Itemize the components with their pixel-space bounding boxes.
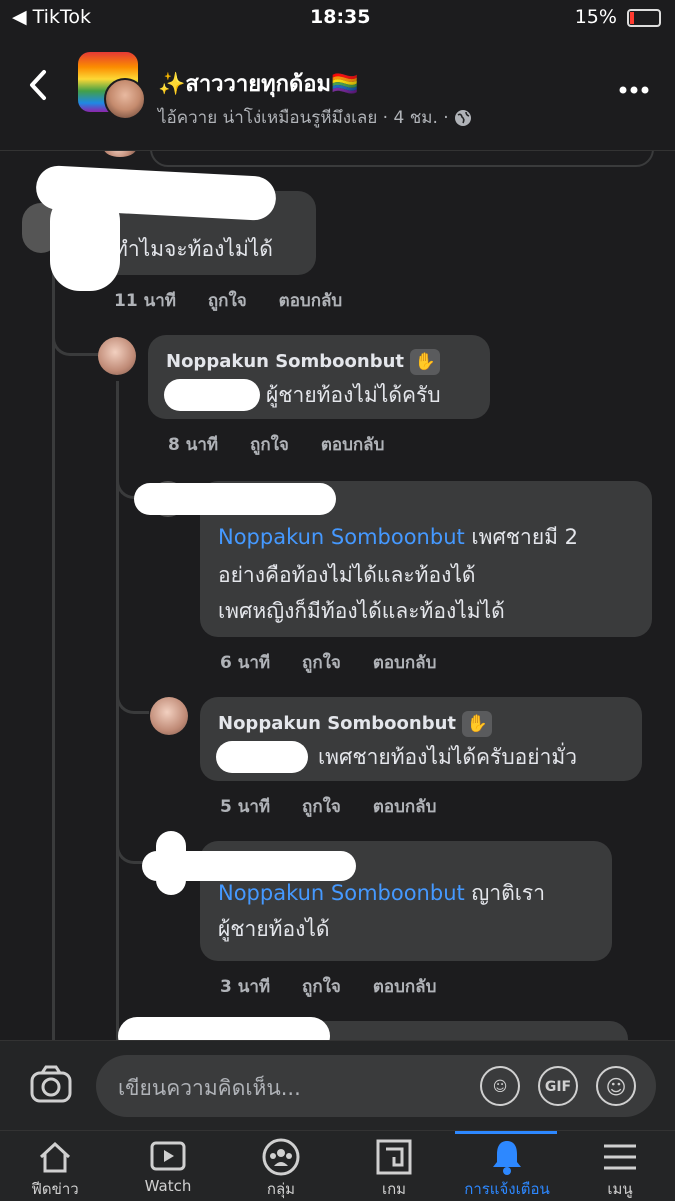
- like-link[interactable]: ถูกใจ: [208, 291, 247, 311]
- comment-input[interactable]: เขียนความคิดเห็น... ☺ GIF ☺: [96, 1055, 656, 1117]
- active-tab-indicator: [455, 1131, 557, 1134]
- nav-item-menu[interactable]: เมนู: [565, 1137, 675, 1201]
- like-link[interactable]: ถูกใจ: [302, 797, 341, 817]
- avatar[interactable]: [150, 697, 188, 735]
- comment-text-line: ผู้ชายท้องได้: [218, 917, 330, 941]
- comment-bubble[interactable]: Noppakun Somboonbut ✋ เพศชายท้องไม่ได้ครั…: [200, 697, 642, 781]
- home-icon: [0, 1137, 110, 1177]
- thread-connector: [116, 681, 149, 714]
- commenter-name[interactable]: Noppakun Somboonbut ✋: [218, 711, 493, 737]
- commenter-name[interactable]: Noppakun Somboonbut ✋: [166, 349, 441, 375]
- battery-icon: [627, 8, 661, 27]
- back-to-app-link[interactable]: ◀ TikTok: [12, 6, 91, 28]
- redaction-scribble: [164, 379, 260, 411]
- reply-link[interactable]: ตอบกลับ: [373, 653, 437, 673]
- nav-label: เมนู: [607, 1180, 633, 1198]
- nav-item-watch[interactable]: Watch: [113, 1137, 223, 1195]
- groups-icon: [226, 1137, 336, 1177]
- comment-time: 3 นาที: [220, 977, 271, 997]
- post-header: ✨สาววายทุกด้อม🏳️‍🌈 ไอ้ควาย น่าโง่เหมือนร…: [0, 36, 675, 151]
- nav-label: เกม: [381, 1180, 407, 1198]
- menu-icon: [565, 1137, 675, 1177]
- wave-badge-icon: ✋: [462, 711, 493, 737]
- more-options-button[interactable]: [619, 68, 649, 101]
- bottom-navigation: ฟีดข่าว Watch กลุ่ม เกม การแจ้งเตือน เมน…: [0, 1130, 675, 1201]
- more-icon: [619, 86, 649, 94]
- thread-connector: [52, 321, 101, 356]
- reply-link[interactable]: ตอบกลับ: [321, 435, 385, 455]
- comment-meta: 6 นาที ถูกใจ ตอบกลับ: [220, 649, 462, 676]
- comment-time: 5 นาที: [220, 797, 271, 817]
- nav-item-groups[interactable]: กลุ่ม: [226, 1137, 336, 1201]
- emoji-icon[interactable]: ☺: [596, 1066, 636, 1106]
- comment-input-placeholder: เขียนความคิดเห็น...: [118, 1076, 301, 1100]
- previous-avatar: [104, 151, 136, 157]
- comment-text: เพศชายท้องไม่ได้ครับอย่ามั่ว: [318, 745, 578, 769]
- thread-line: [52, 251, 55, 1040]
- comment-text: ทำไมจะท้องไม่ได้: [114, 237, 273, 261]
- reply-link[interactable]: ตอบกลับ: [373, 977, 437, 997]
- comment-meta: 11 นาที ถูกใจ ตอบกลับ: [114, 287, 368, 314]
- comment-composer: เขียนความคิดเห็น... ☺ GIF ☺: [0, 1040, 675, 1131]
- mention-link[interactable]: Noppakun Somboonbut: [218, 881, 465, 905]
- comment-text-line: อย่างคือท้องไม่ได้และท้องได้: [218, 563, 476, 587]
- watch-icon: [113, 1137, 223, 1177]
- reply-link[interactable]: ตอบกลับ: [373, 797, 437, 817]
- bell-icon: [452, 1137, 562, 1177]
- avatar-sticker-icon[interactable]: ☺: [480, 1066, 520, 1106]
- status-bar: ◀ TikTok 18:35 15%: [0, 0, 675, 36]
- comment-bubble[interactable]: Noppakun Somboonbut ✋ ผู้ชายท้องไม่ได้ครั…: [148, 335, 490, 419]
- comment-meta: 3 นาที ถูกใจ ตอบกลับ: [220, 973, 462, 1000]
- comment-text-line: เพศหญิงก็มีท้องได้และท้องไม่ได้: [218, 599, 505, 623]
- comment-text: Noppakun Somboonbut เพศชายมี 2: [218, 525, 579, 549]
- nav-label: Watch: [144, 1177, 192, 1195]
- nav-label: การแจ้งเตือน: [464, 1180, 550, 1198]
- redaction-scribble: [50, 191, 120, 291]
- like-link[interactable]: ถูกใจ: [302, 653, 341, 673]
- comment-time: 6 นาที: [220, 653, 271, 673]
- wave-badge-icon: ✋: [410, 349, 441, 375]
- author-avatar[interactable]: [104, 78, 146, 120]
- redaction-scribble: [134, 483, 336, 515]
- mention-link[interactable]: Noppakun Somboonbut: [218, 525, 465, 549]
- nav-label: กลุ่ม: [266, 1180, 296, 1198]
- chevron-left-icon: [30, 70, 46, 100]
- redaction-scribble: [118, 1017, 330, 1040]
- nav-item-feed[interactable]: ฟีดข่าว: [0, 1137, 110, 1201]
- comment-time: 8 นาที: [168, 435, 219, 455]
- battery-percent: 15%: [574, 6, 617, 28]
- gaming-icon: [339, 1137, 449, 1177]
- gif-button[interactable]: GIF: [538, 1066, 578, 1106]
- previous-comment-bubble: [150, 151, 654, 167]
- nav-label: ฟีดข่าว: [31, 1180, 79, 1198]
- group-name[interactable]: ✨สาววายทุกด้อม🏳️‍🌈: [158, 66, 358, 101]
- avatar[interactable]: [98, 337, 136, 375]
- post-subtitle: ไอ้ควาย น่าโง่เหมือนรูหีมึงเลย · 4 ชม. ·: [158, 104, 472, 131]
- nav-item-gaming[interactable]: เกม: [339, 1137, 449, 1201]
- comment-meta: 5 นาที ถูกใจ ตอบกลับ: [220, 793, 462, 820]
- comment-thread: ทำไมจะท้องไม่ได้ 11 นาที ถูกใจ ตอบกลับ N…: [0, 151, 675, 1040]
- nav-item-notifications[interactable]: การแจ้งเตือน: [452, 1137, 562, 1201]
- redaction-scribble: [156, 831, 186, 895]
- redaction-scribble: [216, 741, 308, 773]
- back-button[interactable]: [26, 68, 50, 111]
- globe-icon: [454, 108, 472, 128]
- comment-text: ผู้ชายท้องไม่ได้ครับ: [266, 383, 441, 407]
- camera-icon[interactable]: [30, 1065, 72, 1105]
- reply-link[interactable]: ตอบกลับ: [279, 291, 343, 311]
- comment-time: 11 นาที: [114, 291, 176, 311]
- like-link[interactable]: ถูกใจ: [250, 435, 289, 455]
- like-link[interactable]: ถูกใจ: [302, 977, 341, 997]
- post-author-and-time: ไอ้ควาย น่าโง่เหมือนรูหีมึงเลย · 4 ชม. ·: [158, 108, 449, 128]
- clock: 18:35: [310, 6, 371, 28]
- battery-status: 15%: [575, 6, 661, 28]
- comment-meta: 8 นาที ถูกใจ ตอบกลับ: [168, 431, 410, 458]
